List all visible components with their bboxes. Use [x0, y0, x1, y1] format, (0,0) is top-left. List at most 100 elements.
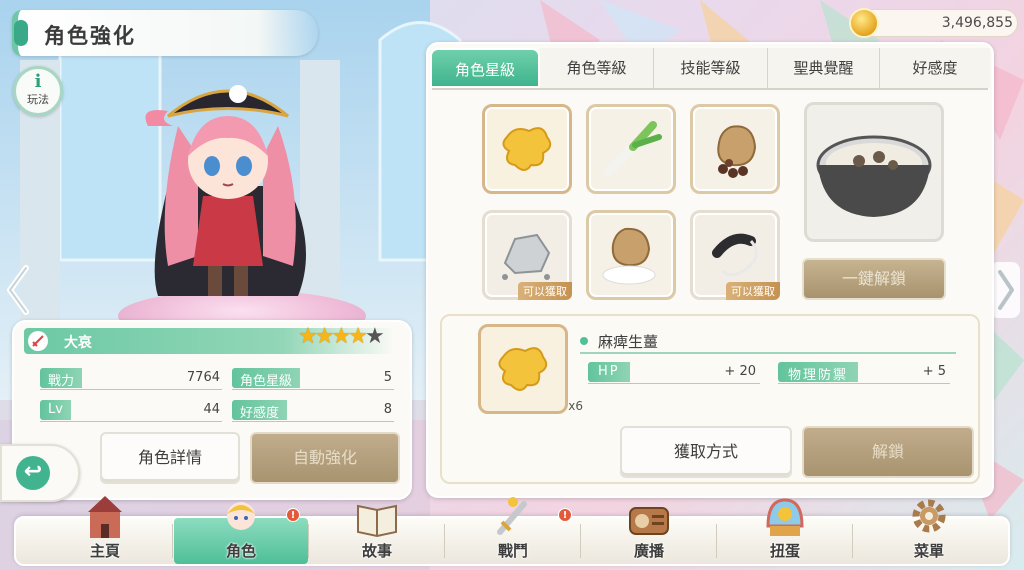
flour-sack-icon: [602, 227, 656, 285]
nav-divider: [852, 524, 853, 558]
stat-star-level: 角色星級 5: [232, 368, 394, 390]
item-quantity: x6: [568, 399, 583, 413]
nav-broadcast[interactable]: 廣播: [582, 507, 716, 564]
nav-story[interactable]: 故事: [310, 504, 444, 564]
bullet-dot-icon: [580, 337, 588, 345]
unlock-button[interactable]: 解鎖: [802, 426, 974, 478]
auto-enhance-button[interactable]: 自動強化: [250, 432, 400, 484]
nav-label: 角色: [225, 542, 256, 560]
item-name: 麻痺生薑: [598, 333, 659, 351]
nav-label: 主頁: [89, 542, 120, 560]
obtain-method-button[interactable]: 獲取方式: [620, 426, 792, 478]
page-title: 角色強化: [44, 24, 136, 48]
nav-divider: [308, 524, 309, 558]
ginger-icon: [498, 347, 548, 391]
tab-affection[interactable]: 好感度: [880, 48, 990, 88]
nav-gacha[interactable]: 扭蛋: [718, 498, 852, 564]
nav-divider: [580, 524, 581, 558]
back-arrow-icon: ↩: [16, 456, 50, 490]
radio-icon: [629, 507, 669, 535]
notification-badge: !: [286, 508, 300, 522]
item-slot-ginger[interactable]: [482, 104, 572, 194]
item-slot-bean-sack[interactable]: [690, 104, 780, 194]
obtainable-tag: 可以獲取: [726, 282, 780, 300]
castle-icon: [88, 496, 122, 538]
tab-scripture-awaken[interactable]: 聖典覺醒: [768, 48, 880, 88]
bonus-physical-defense: 物理防禦 + 5: [778, 362, 950, 384]
enhance-panel: 角色星級 角色等級 技能等級 聖典覺醒 好感度 可以獲取 可以獲取 一鍵解鎖 x…: [426, 42, 994, 498]
stat-value: 44: [203, 402, 220, 417]
stat-label: Lv: [40, 400, 71, 420]
gacha-icon: [766, 498, 804, 536]
item-slot-eel[interactable]: 可以獲取: [690, 210, 780, 300]
nav-home[interactable]: 主頁: [38, 496, 172, 564]
unlock-all-button[interactable]: 一鍵解鎖: [802, 258, 946, 300]
character-name: 大哀: [64, 335, 92, 351]
bonus-label: HP: [588, 362, 630, 382]
item-slot-flour-sack[interactable]: [586, 210, 676, 300]
title-bar: 角色強化: [12, 10, 318, 56]
star-rating: ★★★★★: [298, 324, 385, 349]
stat-affection: 好感度 8: [232, 400, 394, 422]
gear-icon: [912, 499, 946, 533]
nav-menu[interactable]: 菜單: [854, 499, 1004, 564]
star-icon: ★: [331, 324, 351, 349]
character-detail-button[interactable]: 角色詳情: [100, 432, 240, 484]
nav-character[interactable]: 角色 !: [174, 502, 308, 564]
tab-underline: [432, 88, 988, 90]
tab-character-level[interactable]: 角色等級: [540, 48, 654, 88]
stat-level: Lv 44: [40, 400, 222, 422]
tab-skill-level[interactable]: 技能等級: [654, 48, 768, 88]
bean-sack-icon: [717, 125, 757, 178]
stat-value: 5: [383, 370, 392, 385]
nav-divider: [444, 524, 445, 558]
stat-value: 7764: [186, 370, 220, 385]
nav-battle[interactable]: 戰鬥 !: [446, 497, 580, 564]
soup-bowl-icon: [816, 135, 932, 217]
stat-label: 角色星級: [232, 368, 301, 389]
nav-divider: [716, 524, 717, 558]
leaf-icon: [14, 20, 28, 46]
bonus-value: + 5: [922, 364, 946, 379]
bottom-nav: 主頁 角色 ! 故事 戰鬥 ! 廣播 扭蛋 菜單: [14, 496, 1010, 566]
star-icon: ★: [314, 324, 335, 349]
star-icon: ★: [298, 324, 318, 349]
help-label: 玩法: [27, 93, 49, 106]
stat-power: 戰力 7764: [40, 368, 222, 390]
bonus-hp: HP + 20: [588, 362, 760, 384]
ginger-icon: [502, 127, 552, 171]
bonus-label: 物理防禦: [778, 362, 859, 383]
item-slot-ore[interactable]: 可以獲取: [482, 210, 572, 300]
currency-display: 3,496,855: [849, 8, 1018, 38]
selected-item-slot: x6: [478, 324, 583, 414]
item-slot-leek[interactable]: [586, 104, 676, 194]
back-button[interactable]: ↩: [0, 444, 80, 502]
nav-label: 菜單: [913, 542, 944, 560]
nav-divider: [172, 524, 173, 558]
character-sprite[interactable]: [128, 66, 328, 316]
obtainable-tag: 可以獲取: [518, 282, 572, 300]
stat-value: 8: [383, 402, 392, 417]
stat-label: 戰力: [40, 368, 83, 389]
book-icon: [357, 504, 397, 538]
nav-label: 廣播: [633, 542, 664, 560]
coin-icon: [849, 8, 879, 38]
sword-icon: [497, 497, 527, 535]
tab-bar: 角色星級 角色等級 技能等級 聖典覺醒 好感度: [428, 44, 992, 90]
help-button[interactable]: i 玩法: [13, 66, 63, 116]
info-icon: i: [34, 71, 42, 92]
prev-character-arrow-icon[interactable]: [4, 262, 32, 318]
tab-character-star[interactable]: 角色星級: [430, 48, 540, 88]
next-character-arrow-icon[interactable]: [990, 262, 1020, 318]
class-sword-icon: [28, 331, 48, 351]
item-detail-box: x6 麻痺生薑 HP + 20 物理防禦 + 5 獲取方式 解鎖: [440, 314, 980, 484]
leek-icon: [604, 121, 662, 176]
nav-label: 故事: [361, 542, 392, 560]
bonus-value: + 20: [724, 364, 756, 379]
result-dish-slot[interactable]: [804, 102, 944, 242]
currency-amount: 3,496,855: [941, 15, 1013, 31]
nav-label: 扭蛋: [769, 542, 800, 560]
star-empty-icon: ★: [364, 324, 385, 349]
character-icon: [227, 502, 255, 530]
nav-label: 戰鬥: [497, 542, 528, 560]
